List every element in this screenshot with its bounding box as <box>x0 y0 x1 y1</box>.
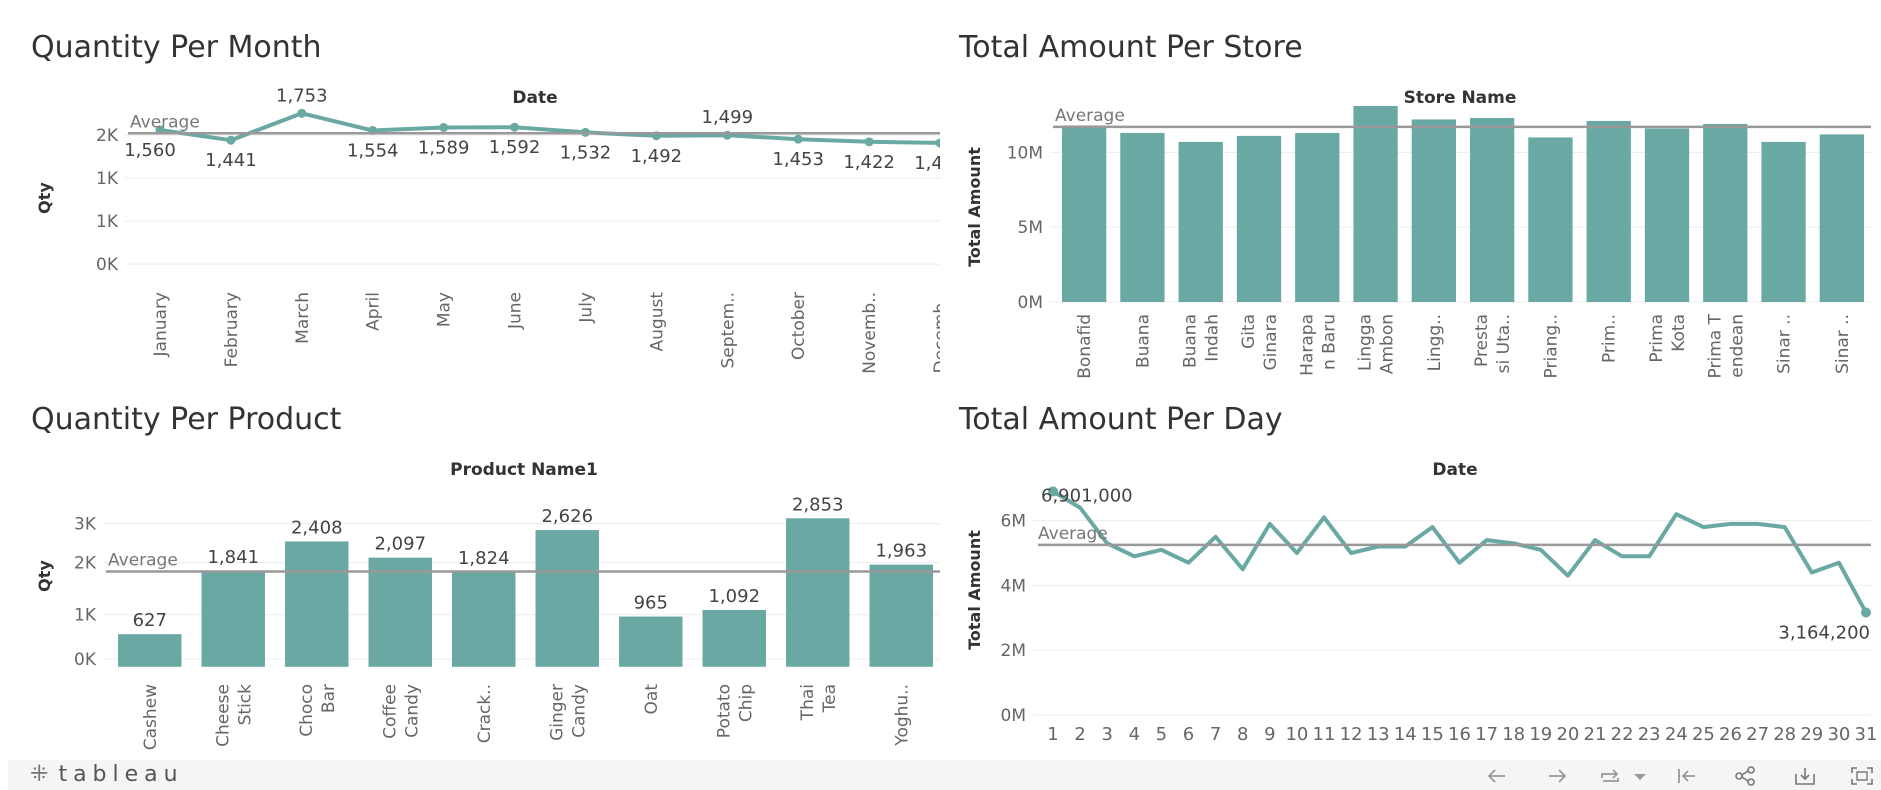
y-tick-label: 0M <box>1001 706 1026 726</box>
x-tick-label: 26 <box>1719 724 1742 745</box>
x-tick-label: 29 <box>1800 724 1823 745</box>
share-icon[interactable] <box>1733 766 1757 786</box>
x-tick-label: 9 <box>1264 724 1275 745</box>
data-label: 6,901,000 <box>1041 485 1133 506</box>
fullscreen-icon[interactable] <box>1850 766 1874 786</box>
x-tick-label: 2 <box>1074 724 1085 745</box>
x-tick-label: 3 <box>1101 724 1112 745</box>
average-label: Average <box>1038 524 1108 544</box>
redo-icon[interactable] <box>1545 766 1569 786</box>
y-tick-label: 4M <box>1001 576 1026 596</box>
x-tick-label: 21 <box>1584 724 1607 745</box>
x-tick-label: 12 <box>1340 724 1363 745</box>
data-point <box>1861 607 1871 618</box>
x-tick-label: 11 <box>1313 724 1336 745</box>
x-tick-label: 28 <box>1773 724 1796 745</box>
x-tick-label: 19 <box>1529 724 1552 745</box>
x-tick-label: 1 <box>1047 724 1058 745</box>
x-tick-label: 13 <box>1367 724 1390 745</box>
y-axis-label: Total Amount <box>965 530 984 650</box>
series-line <box>1051 489 1868 614</box>
chevron-down-icon[interactable] <box>1628 766 1652 786</box>
y-tick-label: 6M <box>1001 512 1026 532</box>
x-tick-label: 6 <box>1183 724 1194 745</box>
data-label: 3,164,200 <box>1778 622 1870 643</box>
total-amount-per-day-chart: Date Total Amount 6M 4M 2M 0M 6,901,000 3,164,2… <box>965 460 1878 745</box>
x-tick-label: 7 <box>1210 724 1221 745</box>
x-tick-label: 5 <box>1156 724 1167 745</box>
x-tick-label: 20 <box>1556 724 1579 745</box>
replay-icon[interactable] <box>1598 766 1622 786</box>
x-tick-label: 15 <box>1421 724 1444 745</box>
download-icon[interactable] <box>1793 766 1817 786</box>
y-tick-label: 2M <box>1001 641 1026 661</box>
x-tick-label: 16 <box>1448 724 1471 745</box>
x-tick-label: 27 <box>1746 724 1769 745</box>
x-tick-label: 4 <box>1129 724 1140 745</box>
x-tick-label: 10 <box>1285 724 1308 745</box>
revert-icon[interactable] <box>1675 766 1699 786</box>
x-tick-label: 31 <box>1855 724 1878 745</box>
undo-icon[interactable] <box>1485 766 1509 786</box>
tableau-logo: ⁜ tableau <box>30 762 184 787</box>
toolbar: ⁜ tableau <box>8 760 1881 790</box>
x-tick-label: 30 <box>1827 724 1850 745</box>
panel-total-amount-per-day: Total Amount Per Day Date Total Amount 6M 4… <box>0 0 1881 760</box>
x-tick-label: 17 <box>1475 724 1498 745</box>
x-tick-label: 24 <box>1665 724 1688 745</box>
x-tick-label: 8 <box>1237 724 1248 745</box>
tableau-mark-icon: ⁜ <box>30 762 49 787</box>
x-tick-label: 14 <box>1394 724 1417 745</box>
x-tick-label: 25 <box>1692 724 1715 745</box>
x-tick-label: 18 <box>1502 724 1525 745</box>
x-tick-label: 22 <box>1611 724 1634 745</box>
x-tick-label: 23 <box>1638 724 1661 745</box>
chart-header: Date <box>1432 460 1477 480</box>
